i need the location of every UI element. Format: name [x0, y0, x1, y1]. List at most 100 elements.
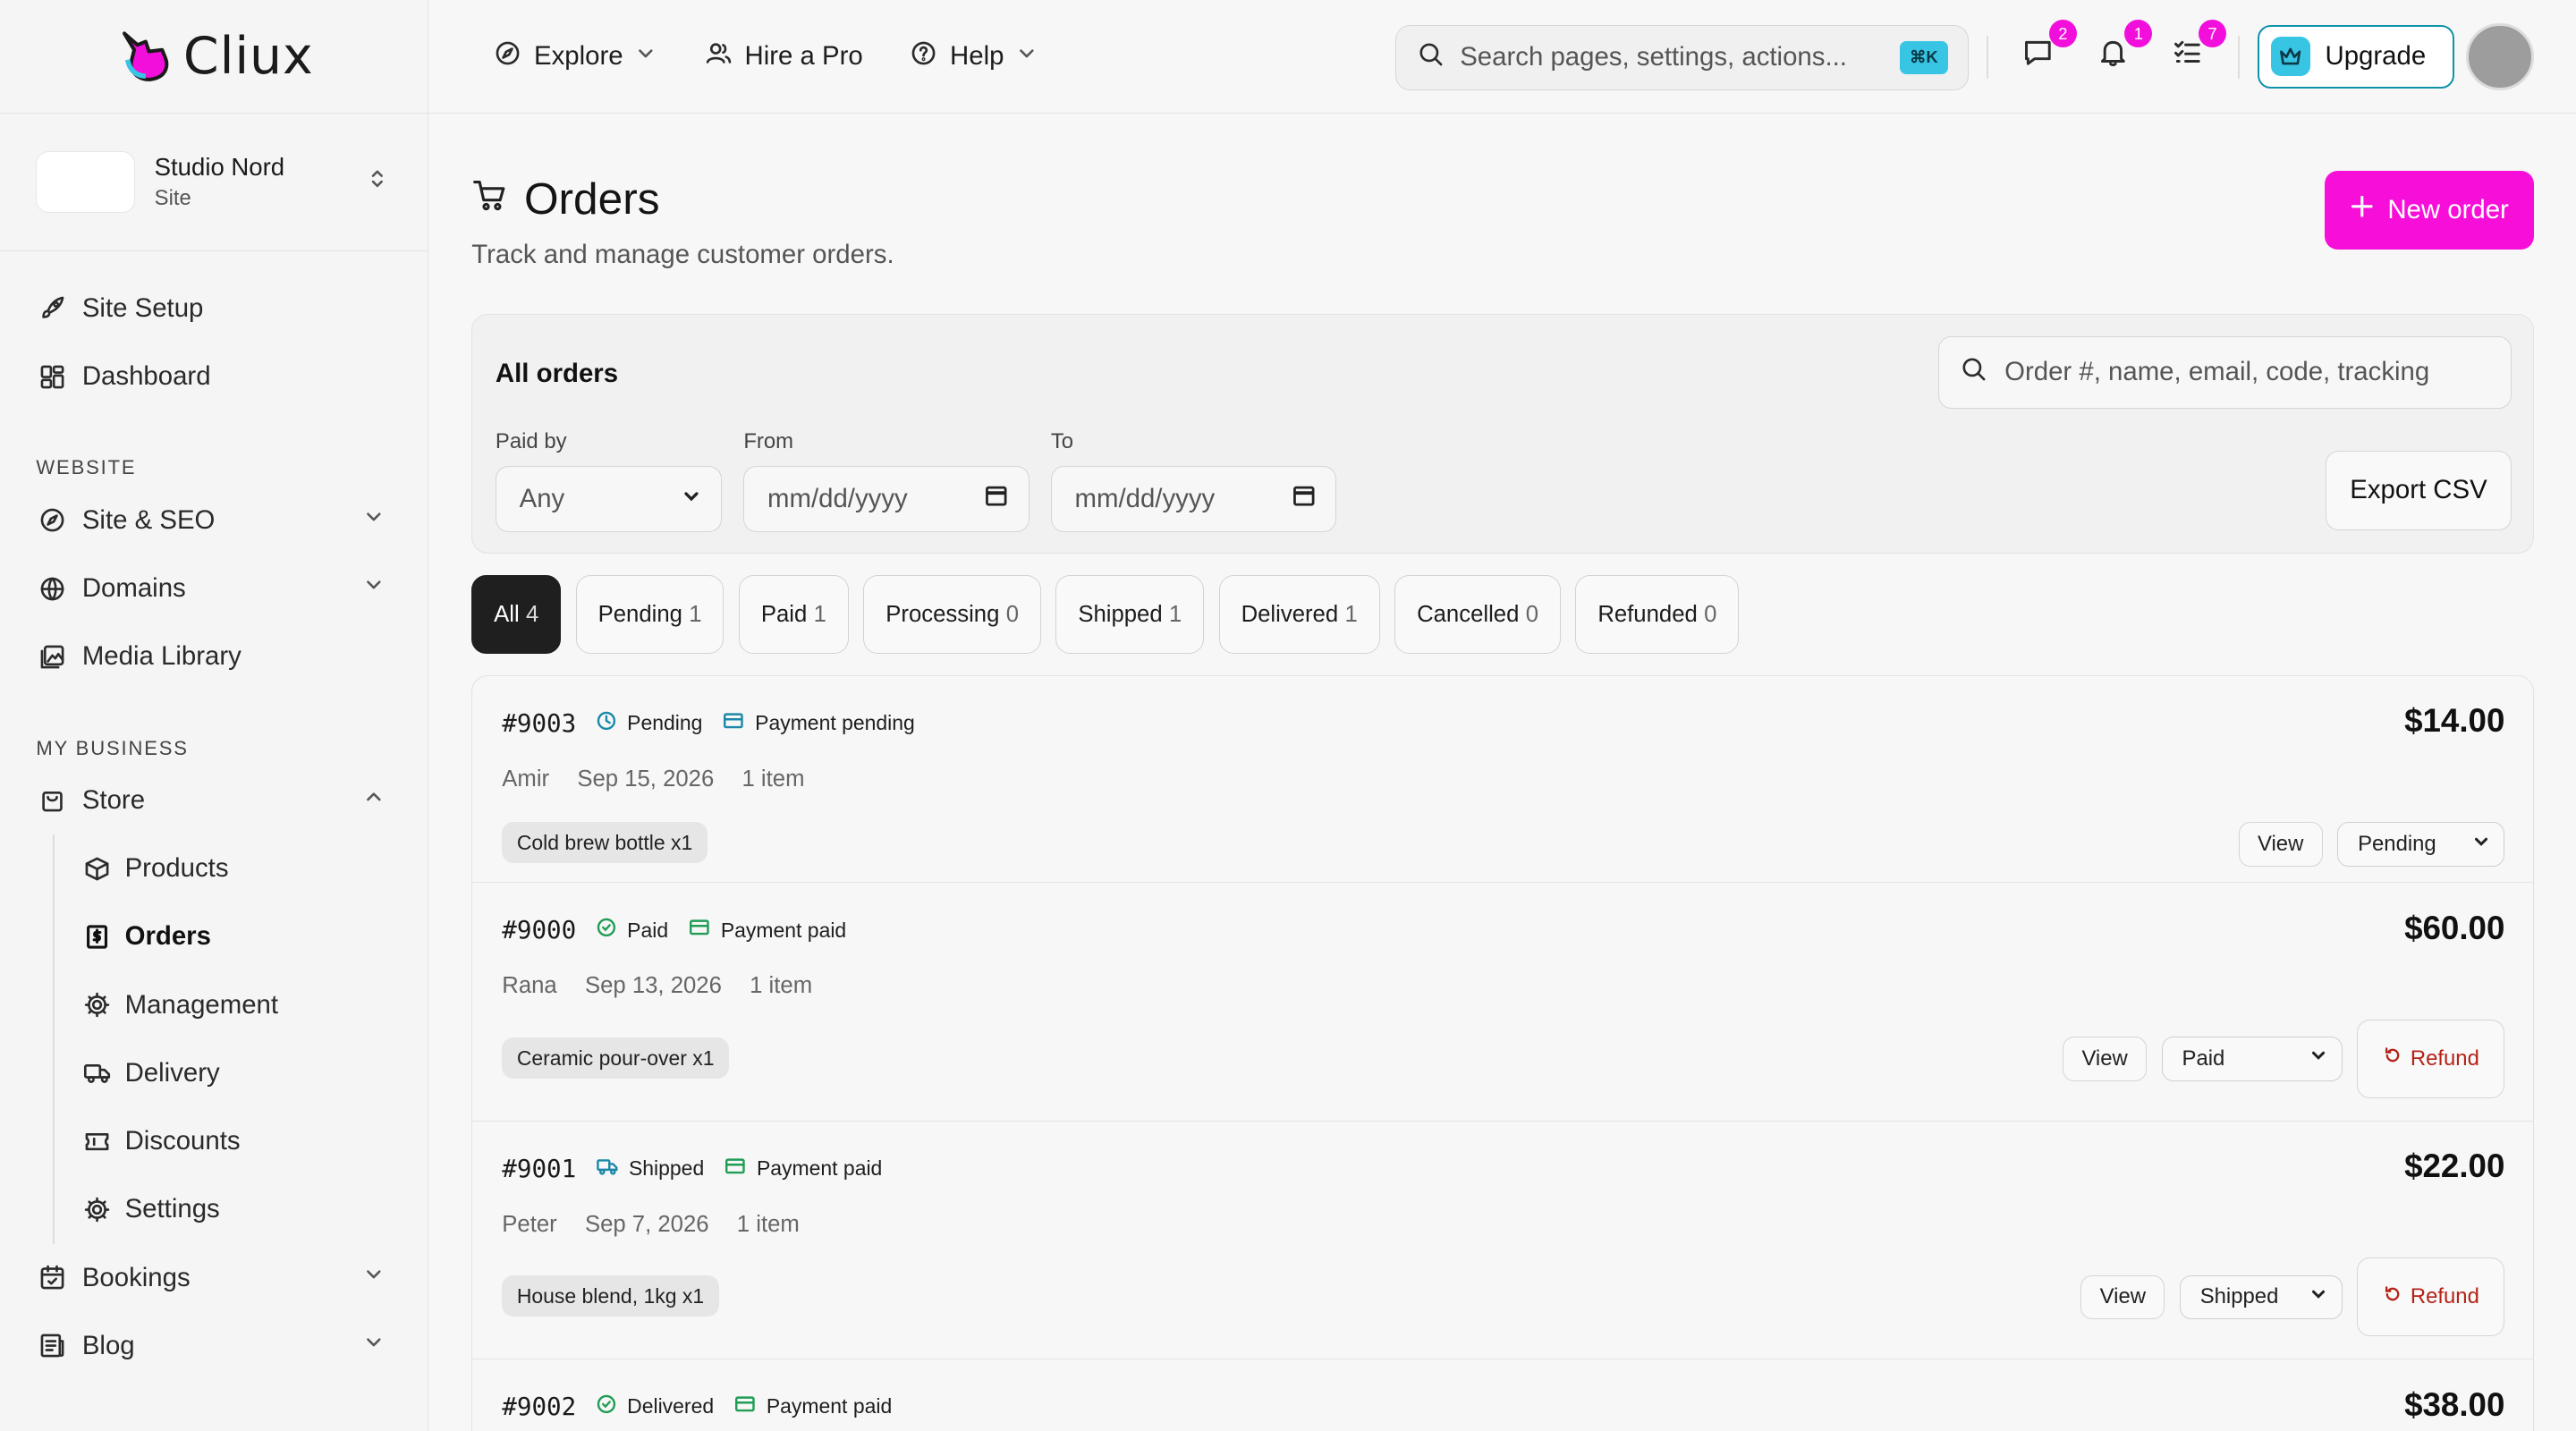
sidebar-item-label: Site Setup — [81, 292, 204, 323]
topnav-label: Hire a Pro — [744, 41, 863, 72]
sidebar-item-discounts[interactable]: Discounts — [0, 1107, 428, 1175]
from-date-input[interactable]: mm/dd/yyyy — [743, 466, 1030, 532]
payment-status: Payment paid — [688, 916, 846, 944]
upgrade-button[interactable]: Upgrade — [2258, 24, 2455, 89]
order-row[interactable]: #9000 Paid Payment paid Rana Sep 13, 202… — [472, 883, 2533, 1122]
sidebar-item-dashboard[interactable]: Dashboard — [0, 343, 428, 411]
rocket-icon — [36, 292, 69, 326]
gear-icon — [82, 1195, 112, 1224]
sidebar-item-label: Site & SEO — [81, 504, 216, 535]
section-header-my-business: MY BUSINESS — [36, 736, 189, 759]
sidebar-item-blog[interactable]: Blog — [0, 1312, 428, 1380]
to-date-input[interactable]: mm/dd/yyyy — [1050, 466, 1337, 532]
sidebar-item-delivery[interactable]: Delivery — [0, 1039, 428, 1107]
sidebar-item-label: Management — [124, 989, 279, 1020]
sidebar-item-label: Blog — [81, 1330, 135, 1360]
paid-by-select[interactable]: Any — [495, 466, 723, 532]
order-row[interactable]: #9003 Pending Payment pending Amir Sep 1… — [472, 676, 2533, 884]
refund-label: Refund — [2410, 1284, 2479, 1309]
chevron-down-icon — [362, 505, 386, 536]
sidebar-item-site-setup[interactable]: Site Setup — [0, 275, 428, 343]
calendar-icon — [1292, 483, 1317, 515]
site-type: Site — [154, 186, 191, 211]
tab-shipped[interactable]: Shipped 1 — [1055, 574, 1205, 655]
order-status-select[interactable]: Pending — [2337, 822, 2505, 868]
sidebar-item-products[interactable]: Products — [0, 834, 428, 902]
tab-all[interactable]: All 4 — [471, 574, 562, 655]
tab-refunded[interactable]: Refunded 0 — [1575, 574, 1740, 655]
site-switcher[interactable]: Studio Nord Site — [0, 114, 428, 252]
topnav-explore[interactable]: Explore — [493, 38, 657, 75]
customer-name: Rana — [502, 973, 557, 999]
order-total: $38.00 — [2404, 1385, 2505, 1423]
chevron-down-icon — [1015, 41, 1038, 72]
view-order-button[interactable]: View — [2238, 822, 2323, 868]
help-circle-icon — [909, 38, 938, 75]
payment-status-label: Payment paid — [720, 918, 847, 942]
view-order-button[interactable]: View — [2080, 1274, 2165, 1320]
sidebar-item-management[interactable]: Management — [0, 971, 428, 1039]
messages-button[interactable]: 2 — [2018, 20, 2077, 75]
order-item-chip: Ceramic pour-over x1 — [502, 1037, 730, 1079]
refund-button[interactable]: Refund — [2357, 1257, 2505, 1337]
sidebar-item-label: Products — [124, 853, 229, 884]
order-total: $60.00 — [2404, 909, 2505, 946]
view-order-button[interactable]: View — [2063, 1037, 2147, 1081]
tab-processing[interactable]: Processing 0 — [863, 574, 1041, 655]
tab-paid[interactable]: Paid 1 — [738, 574, 849, 655]
brand-logo[interactable]: Cliux — [0, 0, 428, 114]
topnav-label: Help — [950, 41, 1004, 72]
check-circle-icon — [596, 917, 617, 944]
refund-button[interactable]: Refund — [2357, 1019, 2505, 1099]
bell-icon — [2097, 36, 2130, 76]
sidebar-item-label: Media Library — [81, 641, 242, 672]
topnav-hire-a-pro[interactable]: Hire a Pro — [704, 38, 863, 75]
tab-label: Delivered — [1241, 601, 1339, 627]
order-date: Sep 7, 2026 — [584, 1211, 709, 1237]
calendar-icon — [984, 483, 1009, 515]
order-status-select[interactable]: Paid — [2161, 1037, 2343, 1081]
tasks-button[interactable]: 7 — [2167, 20, 2227, 76]
paid-by-field: Paid by Any — [495, 429, 723, 532]
credit-card-icon — [722, 709, 745, 738]
sidebar-item-settings[interactable]: Settings — [0, 1175, 428, 1243]
sidebar-item-orders[interactable]: Orders — [0, 902, 428, 970]
export-csv-button[interactable]: Export CSV — [2326, 451, 2512, 530]
sidebar-item-domains[interactable]: Domains — [0, 555, 428, 622]
chevron-down-icon — [362, 1331, 386, 1361]
brand-name: Cliux — [182, 26, 314, 86]
tab-label: Paid — [760, 601, 808, 627]
refund-icon — [2383, 1284, 2402, 1310]
order-row[interactable]: #9001 Shipped Payment paid Peter Sep 7, … — [472, 1122, 2533, 1360]
truck-icon — [82, 1058, 112, 1088]
sidebar-item-label: Delivery — [124, 1057, 220, 1088]
notifications-button[interactable]: 1 — [2093, 20, 2153, 76]
sidebar-item-media-library[interactable]: Media Library — [0, 622, 428, 690]
page-subtitle: Track and manage customer orders. — [471, 240, 894, 270]
global-search-input[interactable]: Search pages, settings, actions... ⌘K — [1394, 24, 1969, 91]
filter-title: All orders — [495, 359, 619, 389]
shopping-bag-icon — [36, 784, 69, 817]
order-search-input[interactable]: Order #, name, email, code, tracking — [1937, 335, 2512, 409]
sidebar-item-store[interactable]: Store — [0, 766, 428, 834]
paid-by-value: Any — [519, 484, 565, 514]
sidebar-item-bookings[interactable]: Bookings — [0, 1244, 428, 1312]
checklist-icon — [2171, 36, 2204, 76]
tab-cancelled[interactable]: Cancelled 0 — [1394, 574, 1561, 655]
tab-pending[interactable]: Pending 1 — [575, 574, 724, 655]
chevron-down-icon — [2309, 1284, 2328, 1310]
order-row[interactable]: #9002 Delivered Payment paid $38.00 — [472, 1359, 2532, 1431]
new-order-button[interactable]: New order — [2325, 171, 2534, 250]
sidebar-item-site-seo[interactable]: Site & SEO — [0, 487, 428, 555]
users-icon — [704, 38, 733, 75]
order-total: $22.00 — [2404, 1147, 2505, 1185]
tab-delivered[interactable]: Delivered 1 — [1218, 574, 1380, 655]
order-status-select[interactable]: Shipped — [2179, 1274, 2343, 1320]
user-avatar[interactable] — [2466, 22, 2534, 91]
item-count: 1 item — [750, 973, 813, 999]
order-total: $14.00 — [2404, 702, 2505, 740]
tab-label: Cancelled — [1417, 601, 1520, 627]
topnav-label: Explore — [534, 41, 623, 72]
item-count: 1 item — [741, 766, 805, 792]
topnav-help[interactable]: Help — [909, 38, 1038, 75]
